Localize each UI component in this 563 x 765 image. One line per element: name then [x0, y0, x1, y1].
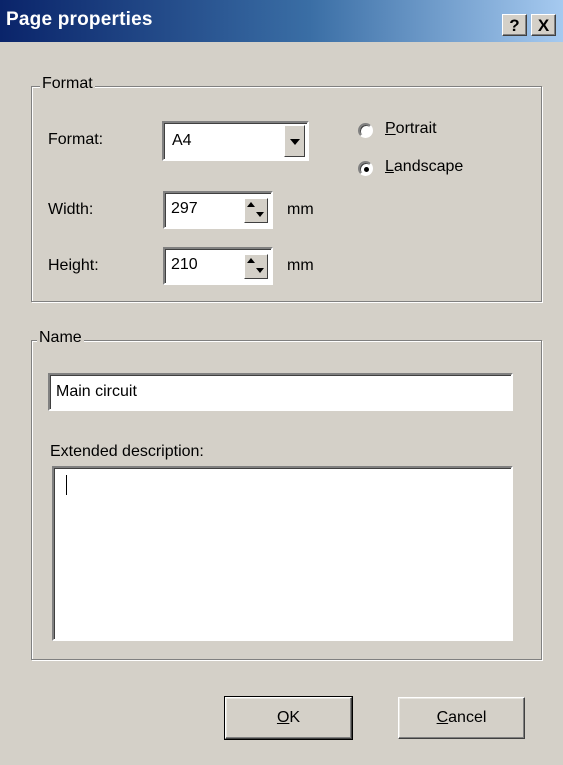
radio-selected-dot — [364, 167, 369, 172]
portrait-radio-label: Portrait — [385, 120, 437, 137]
cancel-button[interactable]: Cancel — [398, 697, 525, 739]
width-label: Width: — [48, 201, 94, 218]
ok-button-label: OK — [276, 709, 301, 726]
format-select[interactable]: A4 — [162, 121, 309, 161]
portrait-radio-circle[interactable] — [358, 123, 373, 138]
description-textarea[interactable] — [52, 466, 513, 641]
title-bar: Page properties ? X — [0, 0, 563, 42]
format-group-legend: Format — [40, 75, 95, 93]
width-unit: mm — [287, 201, 314, 218]
height-label: Height: — [48, 257, 99, 274]
close-icon: X — [537, 16, 550, 35]
height-stepper[interactable]: 210 — [163, 247, 273, 285]
width-stepper[interactable]: 297 — [163, 191, 273, 229]
name-input-value: Main circuit — [56, 383, 137, 400]
help-button[interactable]: ? — [502, 14, 527, 36]
format-select-value: A4 — [172, 132, 192, 149]
close-button[interactable]: X — [531, 14, 556, 36]
name-input[interactable]: Main circuit — [48, 373, 513, 411]
height-value: 210 — [171, 256, 198, 273]
text-caret — [66, 475, 67, 495]
spin-arrows-icon[interactable] — [244, 198, 268, 223]
landscape-radio-label: Landscape — [385, 158, 464, 175]
cancel-button-label: Cancel — [436, 709, 487, 726]
width-value: 297 — [171, 200, 198, 217]
height-unit: mm — [287, 257, 314, 274]
help-icon: ? — [509, 16, 520, 35]
ok-button[interactable]: OK — [224, 696, 353, 740]
spin-arrows-icon[interactable] — [244, 254, 268, 279]
description-label: Extended description: — [50, 443, 204, 460]
landscape-radio-circle[interactable] — [358, 161, 373, 176]
chevron-down-icon[interactable] — [284, 125, 305, 157]
window-title: Page properties — [6, 9, 153, 30]
name-group-legend: Name — [37, 329, 84, 347]
format-label: Format: — [48, 131, 104, 148]
